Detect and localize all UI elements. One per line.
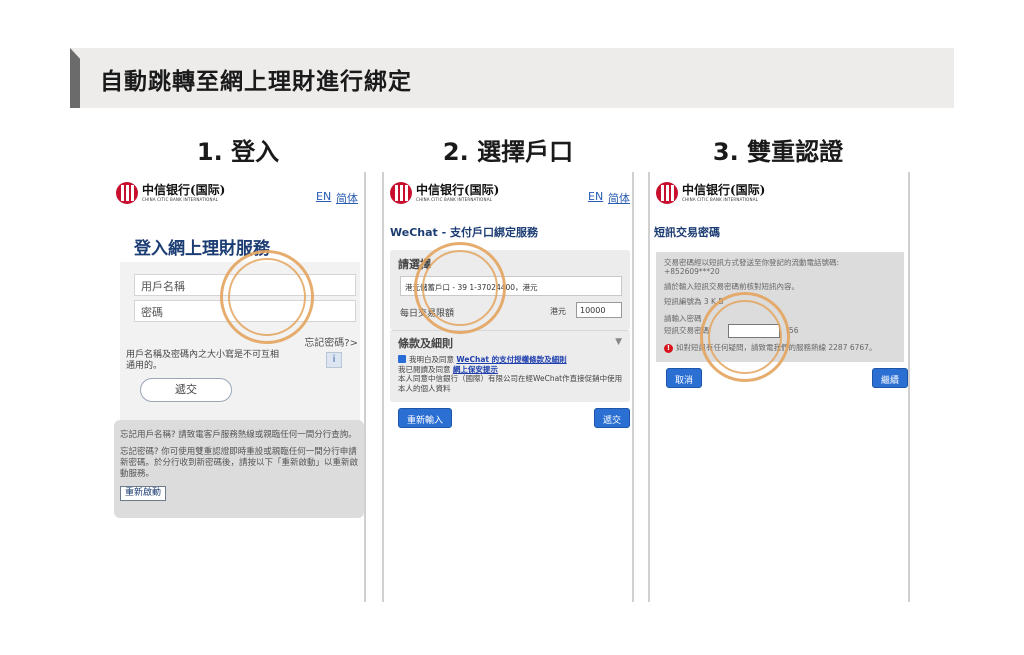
chevron-down-icon[interactable]: ▼ xyxy=(615,337,622,347)
otp-verify-text: 請於輸入短訊交易密碼前核對短訊內容。 xyxy=(664,282,799,291)
otp-sms-ref: 短訊編號為 3 K B xyxy=(664,297,724,306)
daily-limit-input[interactable]: 10000 xyxy=(576,302,622,318)
alert-icon: ! xyxy=(664,344,673,353)
step-2-title: 2. 選擇戶口 xyxy=(442,138,574,166)
bank-name-en: CHINA CITIC BANK INTERNATIONAL xyxy=(142,196,219,202)
lang-sc-link[interactable]: 简体 xyxy=(336,190,358,206)
case-sensitive-hint: 用戶名稱及密碼內之大小寫是不可互相通用的。 xyxy=(126,350,280,371)
step-3-title: 3. 雙重認證 xyxy=(712,138,844,166)
terms-box: 條款及細則 ▼ 我明白及同意 WeChat 的支付授權條款及細則 我已閱讀及同意… xyxy=(390,330,630,402)
otp-sent-text: 交易密碼經以短訊方式發送至你登記的流動電話號碼: xyxy=(664,258,840,267)
forgot-password-link[interactable]: 忘記密碼?> xyxy=(304,334,358,349)
limit-currency: 港元 xyxy=(550,307,566,316)
cancel-button[interactable]: 取消 xyxy=(666,368,703,388)
restart-button[interactable]: 重新啟動 xyxy=(120,486,167,501)
login-screen: 中信银行(国际) CHINA CITIC BANK INTERNATIONAL … xyxy=(110,172,366,602)
binding-title: WeChat - 支付戶口綁定服務 xyxy=(390,226,539,239)
forgot-password-help: 忘記密碼? 你可使用雙重認證即時重設或親臨任何一間分行申請新密碼。於分行收到新密… xyxy=(120,447,359,479)
login-submit-button[interactable]: 遞交 xyxy=(140,378,232,402)
bank-name-en: CHINA CITIC BANK INTERNATIONAL xyxy=(416,196,493,202)
forgot-username-help: 忘記用戶名稱? 請致電客戶服務熱線或親臨任何一間分行查詢。 xyxy=(120,430,357,440)
bank-name-en: CHINA CITIC BANK INTERNATIONAL xyxy=(682,196,759,202)
citic-logo-icon xyxy=(656,182,678,204)
lang-en-link[interactable]: EN xyxy=(588,190,603,203)
lang-sc-link[interactable]: 简体 xyxy=(608,190,630,206)
bank-name-cn: 中信银行(国际) xyxy=(416,182,500,197)
agree-text: 我明白及同意 xyxy=(409,355,454,364)
lang-en-link[interactable]: EN xyxy=(316,190,331,203)
select-account-screen: 中信银行(国际) CHINA CITIC BANK INTERNATIONAL … xyxy=(382,172,634,602)
login-help-box: 忘記用戶名稱? 請致電客戶服務熱線或親臨任何一間分行查詢。 忘記密碼? 你可使用… xyxy=(114,420,364,518)
otp-title: 短訊交易密碼 xyxy=(654,226,720,239)
highlight-ring-login-inner xyxy=(228,258,306,336)
otp-screen: 中信银行(国际) CHINA CITIC BANK INTERNATIONAL … xyxy=(648,172,910,602)
highlight-ring-otp-inner xyxy=(708,300,782,374)
bank-logo: 中信银行(国际) CHINA CITIC BANK INTERNATIONAL xyxy=(390,182,499,204)
bank-name-cn: 中信银行(国际) xyxy=(682,182,766,197)
bank-logo: 中信银行(国际) CHINA CITIC BANK INTERNATIONAL xyxy=(116,182,225,204)
read-text: 我已閱讀及同意 xyxy=(398,364,451,374)
page-title: 自動跳轉至網上理財進行綁定 xyxy=(100,69,412,95)
terms-heading[interactable]: 條款及細則 xyxy=(398,335,453,351)
security-tips-link[interactable]: 網上保安提示 xyxy=(453,365,498,374)
info-icon[interactable]: i xyxy=(326,352,342,368)
submit-button[interactable]: 遞交 xyxy=(594,408,631,428)
consent-text: 本人同意中信銀行（國際）有限公司在經WeChat作直接促銷中使用本人的個人資料 xyxy=(398,374,623,393)
highlight-ring-account-inner xyxy=(422,250,498,326)
otp-phone: +852609***20 xyxy=(664,267,720,276)
reset-button[interactable]: 重新輸入 xyxy=(398,408,453,428)
continue-button[interactable]: 繼續 xyxy=(872,368,908,388)
citic-logo-icon xyxy=(116,182,138,204)
agree-checkbox[interactable] xyxy=(398,355,406,363)
step-1-title: 1. 登入 xyxy=(196,138,280,166)
terms-link[interactable]: WeChat 的支付授權條款及細則 xyxy=(456,355,566,364)
bank-name-cn: 中信银行(国际) xyxy=(142,182,226,197)
terms-body: 我明白及同意 WeChat 的支付授權條款及細則 我已閱讀及同意 網上保安提示 … xyxy=(398,355,624,393)
citic-logo-icon xyxy=(390,182,412,204)
bank-logo: 中信银行(国际) CHINA CITIC BANK INTERNATIONAL xyxy=(656,182,765,204)
